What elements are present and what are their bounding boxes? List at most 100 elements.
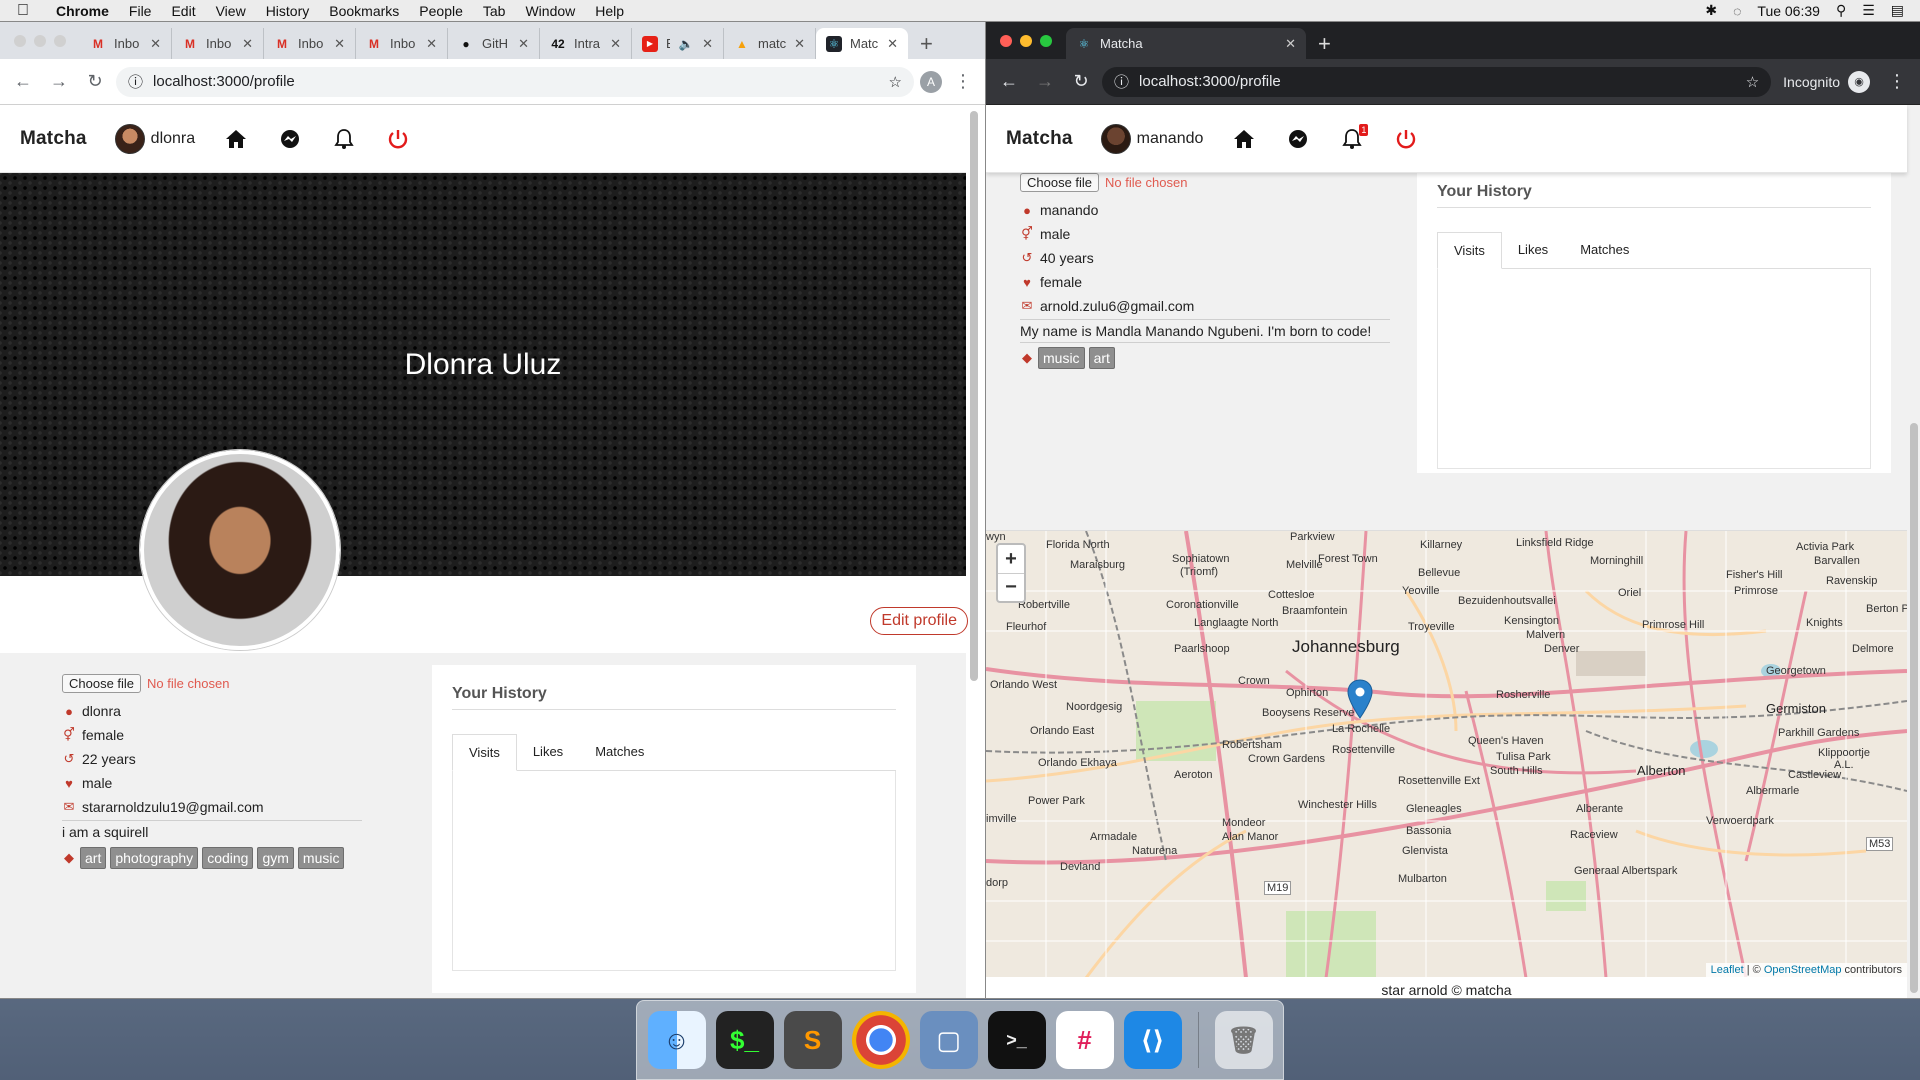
control-center-icon[interactable]: ☰ [1862, 2, 1875, 19]
zoom-window-button[interactable] [54, 34, 66, 47]
tab-gmail-4[interactable]: M Inbo ✕ [356, 28, 448, 59]
brand-logo[interactable]: Matcha [1006, 128, 1073, 150]
menu-bookmarks[interactable]: Bookmarks [319, 3, 409, 19]
minimize-window-button[interactable] [34, 34, 46, 47]
tab-visits[interactable]: Visits [1437, 232, 1502, 269]
menu-app-chrome[interactable]: Chrome [46, 3, 119, 19]
messenger-icon[interactable] [277, 126, 303, 152]
user-chip[interactable]: manando [1100, 123, 1203, 154]
wifi-icon[interactable]: ◌ [1733, 3, 1741, 19]
bluetooth-icon[interactable]: ✱ [1705, 2, 1717, 19]
location-map[interactable]: + − Johannesburg Germiston Alberton La R… [986, 530, 1907, 977]
close-icon[interactable]: ✕ [794, 36, 805, 52]
home-icon[interactable] [1231, 126, 1257, 152]
tab-intra[interactable]: 42 Intra ✕ [540, 28, 632, 59]
close-icon[interactable]: ✕ [242, 36, 253, 52]
menubar-clock[interactable]: Tue 06:39 [1757, 3, 1820, 19]
address-bar[interactable]: ⓘ localhost:3000/profile ☆ [116, 66, 914, 97]
apple-icon[interactable]:  [0, 2, 46, 20]
close-window-button[interactable] [14, 34, 26, 47]
close-icon[interactable]: ✕ [150, 36, 161, 52]
menu-help[interactable]: Help [585, 3, 634, 19]
back-arrow-icon[interactable]: ← [994, 67, 1024, 97]
tag[interactable]: music [297, 847, 345, 869]
brand-logo[interactable]: Matcha [20, 128, 87, 150]
zoom-out-button[interactable]: − [998, 573, 1024, 601]
tag[interactable]: photography [110, 847, 199, 869]
info-icon[interactable]: ⓘ [128, 71, 143, 92]
tag[interactable]: music [1038, 347, 1085, 369]
page-scrollbar[interactable] [1910, 423, 1918, 993]
tab-matcha-active[interactable]: ⚛ Matcha ✕ [1066, 28, 1306, 59]
close-icon[interactable]: ✕ [887, 36, 898, 52]
menu-history[interactable]: History [256, 3, 320, 19]
virtualbox-icon[interactable]: ▢ [919, 1011, 978, 1069]
reload-icon[interactable]: ↻ [1066, 67, 1096, 97]
close-window-button[interactable] [1000, 34, 1012, 47]
menu-window[interactable]: Window [515, 3, 585, 19]
tag[interactable]: coding [202, 847, 254, 869]
tab-likes[interactable]: Likes [517, 734, 579, 770]
close-icon[interactable]: ✕ [610, 36, 621, 52]
sublime-icon[interactable]: S [783, 1011, 842, 1069]
trash-icon[interactable]: 🗑 [1214, 1011, 1273, 1069]
logout-power-icon[interactable] [1393, 126, 1419, 152]
page-scrollbar[interactable] [970, 111, 978, 681]
speaker-icon[interactable]: 🔈 [678, 36, 694, 52]
openstreetmap-link[interactable]: OpenStreetMap [1764, 964, 1842, 976]
bookmark-star-icon[interactable]: ☆ [889, 73, 902, 91]
menu-tab[interactable]: Tab [473, 3, 516, 19]
close-icon[interactable]: ✕ [1285, 36, 1296, 52]
edit-profile-button[interactable]: Edit profile [870, 607, 968, 635]
info-icon[interactable]: ⓘ [1114, 71, 1129, 92]
tab-visits[interactable]: Visits [452, 734, 517, 771]
bell-icon[interactable] [331, 126, 357, 152]
tab-youtube[interactable]: ▶ E 🔈 ✕ [632, 28, 724, 59]
close-icon[interactable]: ✕ [426, 36, 437, 52]
tab-github[interactable]: ● GitH ✕ [448, 28, 540, 59]
tab-firebase[interactable]: ▲ matc ✕ [724, 28, 816, 59]
vscode-icon[interactable]: ⟨⟩ [1123, 1011, 1182, 1069]
chrome-icon[interactable] [851, 1011, 910, 1069]
notification-center-icon[interactable]: ▤ [1891, 2, 1904, 19]
tab-matches[interactable]: Matches [579, 734, 660, 770]
address-bar[interactable]: ⓘ localhost:3000/profile ☆ [1102, 66, 1772, 97]
browser-menu-icon[interactable]: ⋮ [1882, 67, 1912, 97]
back-arrow-icon[interactable]: ← [8, 67, 38, 97]
tab-gmail-1[interactable]: M Inbo ✕ [80, 28, 172, 59]
forward-arrow-icon[interactable]: → [44, 67, 74, 97]
messenger-icon[interactable] [1285, 126, 1311, 152]
choose-file-button[interactable]: Choose file [1020, 173, 1100, 192]
tab-likes[interactable]: Likes [1502, 232, 1564, 268]
close-icon[interactable]: ✕ [702, 36, 713, 52]
new-tab-button[interactable]: + [1306, 28, 1343, 59]
zoom-in-button[interactable]: + [998, 545, 1024, 573]
choose-file-button[interactable]: Choose file [62, 674, 142, 693]
menu-file[interactable]: File [119, 3, 162, 19]
terminal-icon[interactable]: $_ [715, 1011, 774, 1069]
spotlight-search-icon[interactable]: ⚲ [1836, 2, 1846, 19]
tab-matches[interactable]: Matches [1564, 232, 1645, 268]
tag[interactable]: gym [257, 847, 294, 869]
iterm-icon[interactable]: >_ [987, 1011, 1046, 1069]
tag[interactable]: art [80, 847, 107, 869]
profile-avatar[interactable]: A [920, 70, 942, 93]
tag[interactable]: art [1088, 347, 1115, 369]
finder-icon[interactable]: ☺ [647, 1011, 706, 1069]
home-icon[interactable] [223, 126, 249, 152]
tab-matcha-active[interactable]: ⚛ Matc ✕ [816, 28, 908, 59]
slack-icon[interactable]: # [1055, 1011, 1114, 1069]
menu-people[interactable]: People [409, 3, 473, 19]
zoom-window-button[interactable] [1040, 34, 1052, 47]
menu-edit[interactable]: Edit [161, 3, 205, 19]
bookmark-star-icon[interactable]: ☆ [1746, 73, 1759, 91]
forward-arrow-icon[interactable]: → [1030, 67, 1060, 97]
close-icon[interactable]: ✕ [334, 36, 345, 52]
tab-gmail-3[interactable]: M Inbo ✕ [264, 28, 356, 59]
browser-menu-icon[interactable]: ⋮ [948, 67, 978, 97]
tab-gmail-2[interactable]: M Inbo ✕ [172, 28, 264, 59]
new-tab-button[interactable]: + [908, 28, 945, 59]
profile-picture[interactable] [140, 450, 340, 650]
close-icon[interactable]: ✕ [518, 36, 529, 52]
menu-view[interactable]: View [206, 3, 256, 19]
